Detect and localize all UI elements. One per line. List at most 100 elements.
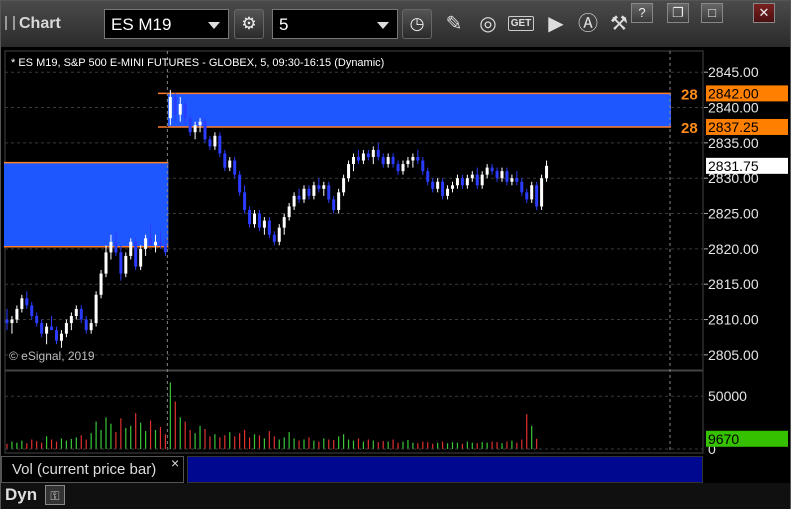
candle-body xyxy=(545,165,549,179)
chart-window: Chart ES M19 ⚙ 5 ◷ ✎ ◎ GET ▶ Ⓐ ⚒ ? ❐ □ ✕… xyxy=(0,0,791,509)
candle-body xyxy=(238,174,242,193)
candle-body xyxy=(109,241,113,253)
candle-body xyxy=(104,252,108,274)
candle-body xyxy=(40,323,44,334)
get-button[interactable]: GET xyxy=(507,11,535,37)
help-button[interactable]: ? xyxy=(631,3,653,23)
candle-body xyxy=(173,96,177,115)
candle-body xyxy=(312,185,316,196)
candle-body xyxy=(322,185,326,189)
candle xyxy=(540,174,544,210)
zone-rect xyxy=(167,93,671,127)
candle-body xyxy=(134,241,138,267)
study-label-panel[interactable]: Vol (current price bar) xyxy=(1,456,184,483)
study-bar xyxy=(187,456,703,483)
study-icon: ◎ xyxy=(479,13,497,35)
clock-icon: ◷ xyxy=(409,14,425,33)
pencil-button[interactable]: ✎ xyxy=(440,11,468,37)
candle xyxy=(203,118,207,143)
candle-body xyxy=(178,104,182,115)
candle-body xyxy=(15,308,19,320)
candle-body xyxy=(129,241,133,256)
study-label: Vol (current price bar) xyxy=(12,461,157,478)
candle-body xyxy=(500,171,504,179)
candle xyxy=(218,132,222,157)
candle-body xyxy=(228,160,232,168)
candle-body xyxy=(257,213,261,228)
candle-body xyxy=(144,238,148,249)
clock-button[interactable]: ◷ xyxy=(402,9,432,39)
candle-body xyxy=(495,171,499,179)
maximize-button[interactable]: □ xyxy=(701,3,723,23)
symbol-combo[interactable]: ES M19 xyxy=(104,9,229,39)
candle-body xyxy=(465,178,469,186)
candle-body xyxy=(59,333,63,341)
study-button[interactable]: ◎ xyxy=(474,11,502,37)
interval-value: 5 xyxy=(279,15,289,34)
play-button[interactable]: ▶ xyxy=(542,11,570,37)
candle-body xyxy=(203,121,207,140)
candle-body xyxy=(381,157,385,165)
candle-body xyxy=(64,323,68,334)
candle-body xyxy=(480,174,484,186)
zone-tag: 28 xyxy=(681,120,698,137)
dyn-label[interactable]: Dyn xyxy=(5,485,37,505)
candle-body xyxy=(535,185,539,207)
candle-body xyxy=(45,326,49,334)
candle-body xyxy=(352,157,355,165)
candle xyxy=(337,188,341,214)
candle-body xyxy=(332,199,336,210)
candle-body xyxy=(451,185,454,189)
candle-body xyxy=(505,171,509,182)
drag-handle-icon[interactable] xyxy=(5,16,15,30)
get-icon: GET xyxy=(507,16,535,31)
ytick-label: 2835.00 xyxy=(708,135,759,151)
candle-body xyxy=(218,135,222,154)
candle xyxy=(535,181,539,210)
candle-body xyxy=(69,316,73,324)
candle-body xyxy=(84,319,88,331)
candle-body xyxy=(337,192,341,210)
candle-body xyxy=(376,149,380,157)
chart-canvas[interactable]: * ES M19, S&P 500 E-MINI FUTURES - GLOBE… xyxy=(1,47,790,483)
watermark: © eSignal, 2019 xyxy=(9,349,95,363)
zone-tag: 28 xyxy=(681,86,698,103)
zone-rect xyxy=(4,162,169,247)
candle-body xyxy=(470,174,474,179)
candle-body xyxy=(356,157,360,161)
candle-body xyxy=(213,135,217,147)
candle-body xyxy=(455,178,459,186)
window-title: Chart xyxy=(5,15,61,33)
candle-body xyxy=(79,308,83,320)
a-button[interactable]: Ⓐ xyxy=(574,11,602,37)
candle-body xyxy=(515,178,519,182)
candle-body xyxy=(282,217,286,228)
candle-body xyxy=(243,192,247,210)
candle-body xyxy=(342,178,346,193)
candle-body xyxy=(168,96,172,119)
candle-body xyxy=(396,164,400,172)
lock-icon[interactable]: ⚿ xyxy=(45,485,65,505)
candle-body xyxy=(520,181,524,193)
candle-body xyxy=(530,185,534,200)
candle xyxy=(139,245,143,271)
candle-body xyxy=(193,125,197,133)
close-button[interactable]: ✕ xyxy=(753,3,775,23)
candle-body xyxy=(406,160,410,165)
restore-button[interactable]: ❐ xyxy=(667,3,689,23)
candle-body xyxy=(401,164,405,172)
pencil-icon: ✎ xyxy=(445,13,463,35)
candle-body xyxy=(436,181,440,189)
tool-button[interactable]: ⚒ xyxy=(605,11,633,37)
candle-body xyxy=(267,220,271,235)
study-close-icon[interactable]: × xyxy=(171,455,179,471)
interval-combo[interactable]: 5 xyxy=(272,9,398,39)
candle-body xyxy=(426,171,430,182)
candle-body xyxy=(149,238,153,246)
candle xyxy=(238,171,242,196)
gear-button[interactable]: ⚙ xyxy=(234,9,264,39)
candle-body xyxy=(89,323,93,331)
candle xyxy=(94,291,98,327)
candle-body xyxy=(297,195,301,200)
candle-body xyxy=(30,305,34,316)
